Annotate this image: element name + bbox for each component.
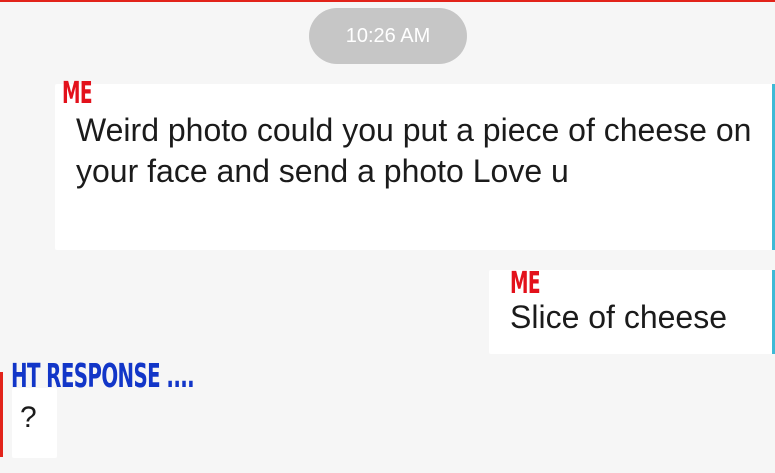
- annotation-me-label: ME: [510, 266, 541, 301]
- message-bubble-received[interactable]: ?: [12, 388, 57, 458]
- received-message-accent-bar: [0, 372, 3, 457]
- message-text: Weird photo could you put a piece of che…: [76, 112, 752, 189]
- message-text: Slice of cheese: [510, 299, 728, 335]
- annotation-response-label: HT RESPONSE ....: [11, 356, 195, 395]
- message-text: ?: [20, 401, 37, 434]
- timestamp-pill: 10:26 AM: [309, 8, 467, 64]
- annotation-me-label: ME: [62, 76, 93, 111]
- top-accent-line: [0, 0, 775, 2]
- message-bubble-sent[interactable]: Weird photo could you put a piece of che…: [55, 84, 773, 250]
